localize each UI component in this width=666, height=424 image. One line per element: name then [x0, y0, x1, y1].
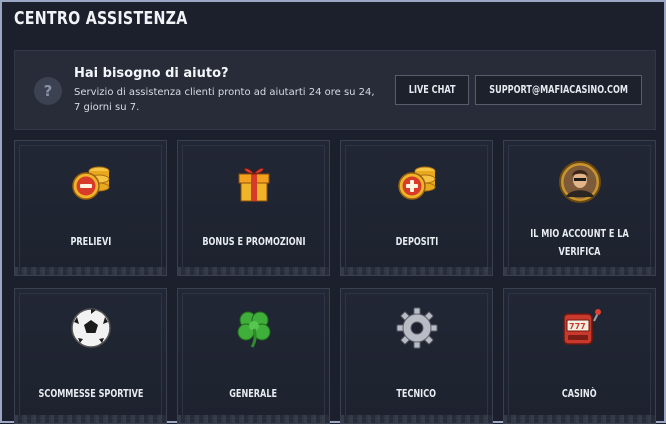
category-label-text: BONUS E PROMOZIONI [201, 235, 306, 248]
coins-plus-icon [397, 166, 435, 200]
help-center-frame: CENTRO ASSISTENZA ? Hai bisogno di aiuto… [0, 0, 666, 424]
live-chat-label: LIVE CHAT [408, 84, 456, 96]
category-label-text: CASINÒ [562, 387, 597, 400]
support-email-button[interactable]: SUPPORT@MAFIACASINO.COM [475, 75, 642, 105]
page-title: CENTRO ASSISTENZA [14, 8, 188, 29]
category-label: IL MIO ACCOUNT E LA VERIFICA [510, 225, 649, 261]
category-card-tecnico[interactable]: TECNICO [340, 288, 493, 424]
help-panel: ? Hai bisogno di aiuto? Servizio di assi… [14, 50, 656, 130]
category-grid: PRELIEVI BONUS E PROMOZIONI DEPOSITI IL … [14, 140, 656, 424]
category-label: BONUS E PROMOZIONI [184, 233, 323, 251]
svg-text:777: 777 [569, 322, 586, 331]
category-card-casino[interactable]: 777 CASINÒ [503, 288, 656, 424]
category-label-text: TECNICO [396, 387, 437, 400]
category-label: TECNICO [347, 385, 486, 403]
category-card-bonus[interactable]: BONUS E PROMOZIONI [177, 140, 330, 276]
help-title: Hai bisogno di aiuto? [74, 66, 229, 81]
question-icon: ? [34, 77, 62, 105]
category-label: PRELIEVI [21, 233, 160, 251]
category-card-scommesse[interactable]: SCOMMESSE SPORTIVE [14, 288, 167, 424]
gear-icon [396, 307, 437, 349]
coins-minus-icon [71, 166, 109, 200]
category-card-account[interactable]: IL MIO ACCOUNT E LA VERIFICA [503, 140, 656, 276]
category-card-depositi[interactable]: DEPOSITI [340, 140, 493, 276]
category-label-text: PRELIEVI [70, 235, 111, 248]
category-label: DEPOSITI [347, 233, 486, 251]
category-label-text: SCOMMESSE SPORTIVE [38, 387, 143, 400]
category-label-text: IL MIO ACCOUNT E LA VERIFICA [530, 227, 629, 258]
avatar-icon [558, 161, 601, 203]
gift-icon [238, 167, 269, 202]
category-label: SCOMMESSE SPORTIVE [21, 385, 160, 403]
category-card-prelievi[interactable]: PRELIEVI [14, 140, 167, 276]
live-chat-button[interactable]: LIVE CHAT [395, 75, 469, 105]
support-email-label: SUPPORT@MAFIACASINO.COM [489, 84, 628, 96]
slot-machine-icon: 777 [562, 309, 601, 345]
category-label: CASINÒ [510, 385, 649, 403]
category-card-generale[interactable]: GENERALE [177, 288, 330, 424]
help-description: Servizio di assistenza clienti pronto ad… [74, 87, 375, 113]
category-label-text: DEPOSITI [395, 235, 438, 248]
category-label-text: GENERALE [229, 387, 278, 400]
soccer-ball-icon [70, 308, 111, 348]
clover-icon [237, 311, 270, 348]
category-label: GENERALE [184, 385, 323, 403]
